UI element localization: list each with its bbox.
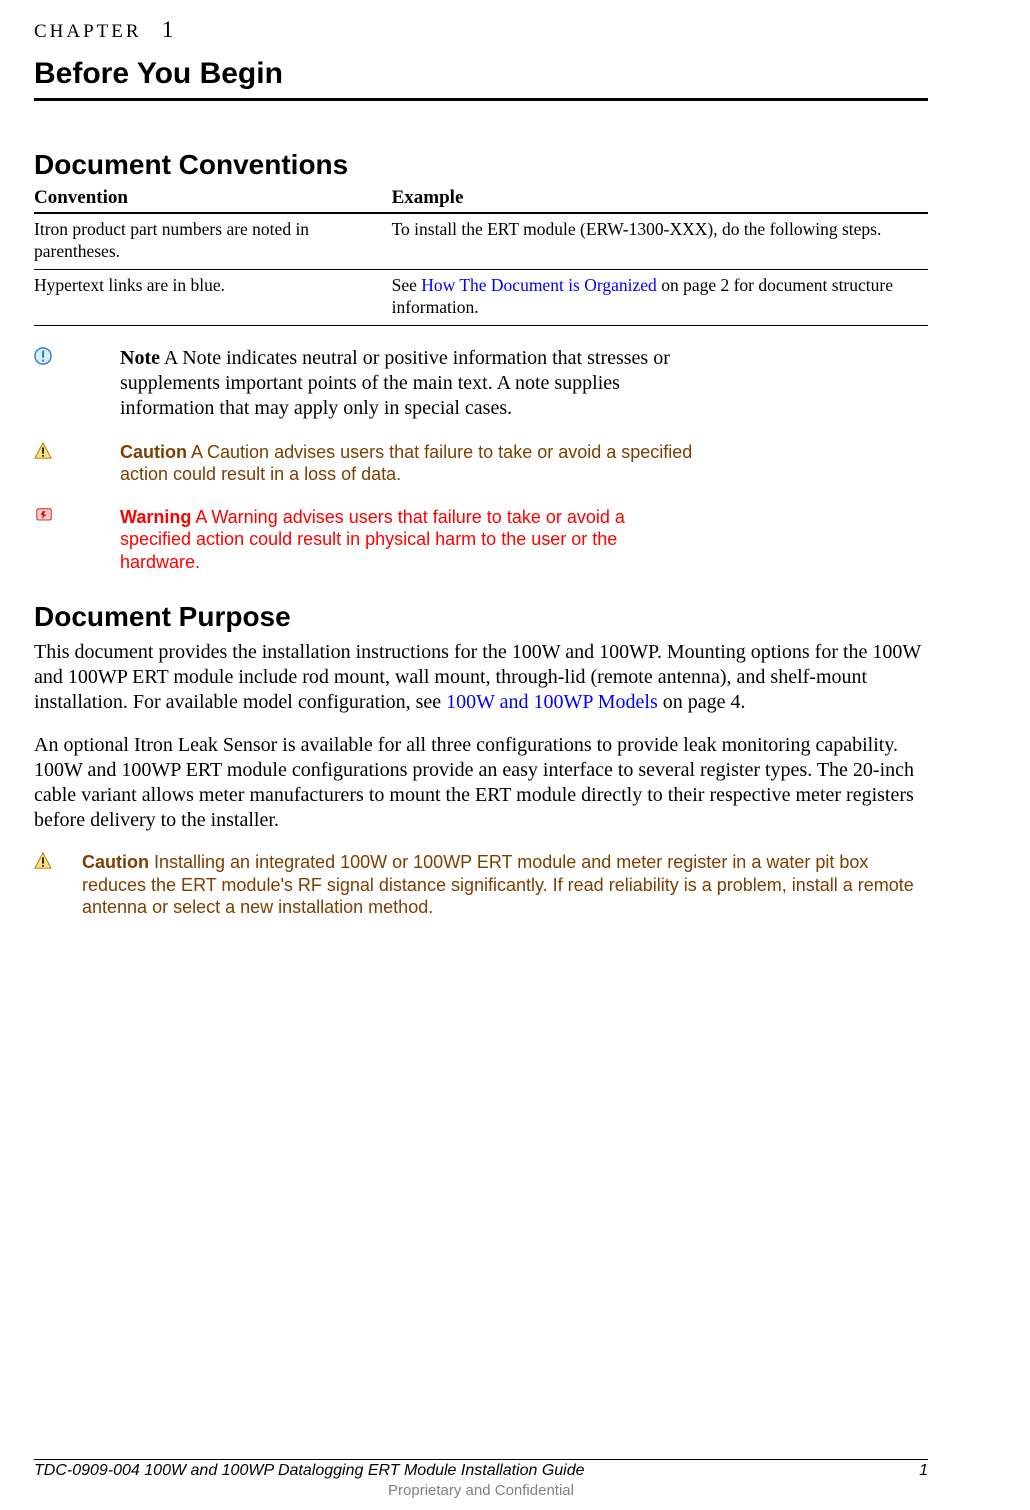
p1-after: on page 4. (658, 691, 746, 713)
p1-link[interactable]: 100W and 100WP Models (446, 691, 658, 713)
purpose-p2: An optional Itron Leak Sensor is availab… (34, 733, 928, 833)
warning-icon (34, 506, 120, 530)
caution-label: Caution (82, 852, 149, 872)
table-row: Itron product part numbers are noted in … (34, 213, 928, 269)
warning-block: Warning A Warning advises users that fai… (34, 506, 928, 574)
chapter-number: 1 (162, 17, 174, 42)
footer-left: TDC-0909-004 100W and 100WP Datalogging … (34, 1461, 585, 1481)
col-convention-header: Convention (34, 184, 392, 213)
caution-text: A Caution advises users that failure to … (120, 442, 692, 485)
warning-text: A Warning advises users that failure to … (120, 507, 625, 572)
caution-text: Installing an integrated 100W or 100WP E… (82, 852, 914, 917)
col-example-header: Example (392, 184, 928, 213)
doc-purpose-heading: Document Purpose (34, 599, 928, 634)
caution-body: Caution A Caution advises users that fai… (120, 441, 928, 486)
caution-block: Caution A Caution advises users that fai… (34, 441, 928, 486)
example-text-before: See (392, 275, 422, 295)
footer: TDC-0909-004 100W and 100WP Datalogging … (34, 1459, 928, 1501)
caution-block: Caution Installing an integrated 100W or… (34, 851, 928, 919)
purpose-p1: This document provides the installation … (34, 640, 928, 715)
note-block: Note A Note indicates neutral or positiv… (34, 346, 928, 421)
doc-conventions-heading: Document Conventions (34, 147, 928, 182)
warning-label: Warning (120, 507, 191, 527)
chapter-label-text: CHAPTER (34, 21, 142, 42)
example-cell: To install the ERT module (ERW-1300-XXX)… (392, 213, 928, 269)
conv-cell: Itron product part numbers are noted in … (34, 213, 392, 269)
caution-icon (34, 851, 82, 876)
caution-icon (34, 441, 120, 466)
caution-label: Caution (120, 442, 187, 462)
note-label: Note (120, 347, 160, 369)
note-text: A Note indicates neutral or positive inf… (120, 347, 670, 419)
example-text: To install the ERT module (ERW-1300-XXX)… (392, 219, 882, 239)
caution-body: Caution Installing an integrated 100W or… (82, 851, 928, 919)
conventions-table: Convention Example Itron product part nu… (34, 184, 928, 325)
table-row: Hypertext links are in blue. See How The… (34, 269, 928, 325)
footer-center: Proprietary and Confidential (34, 1482, 928, 1501)
chapter-label: CHAPTER 1 (34, 16, 928, 45)
page-title: Before You Begin (34, 55, 928, 93)
example-link[interactable]: How The Document is Organized (421, 275, 657, 295)
note-icon (34, 346, 120, 372)
warning-body: Warning A Warning advises users that fai… (120, 506, 928, 574)
footer-page-number: 1 (919, 1461, 928, 1481)
footer-rule (34, 1459, 928, 1460)
note-body: Note A Note indicates neutral or positiv… (120, 346, 928, 421)
example-cell: See How The Document is Organized on pag… (392, 269, 928, 325)
title-rule (34, 98, 928, 101)
conv-cell: Hypertext links are in blue. (34, 269, 392, 325)
